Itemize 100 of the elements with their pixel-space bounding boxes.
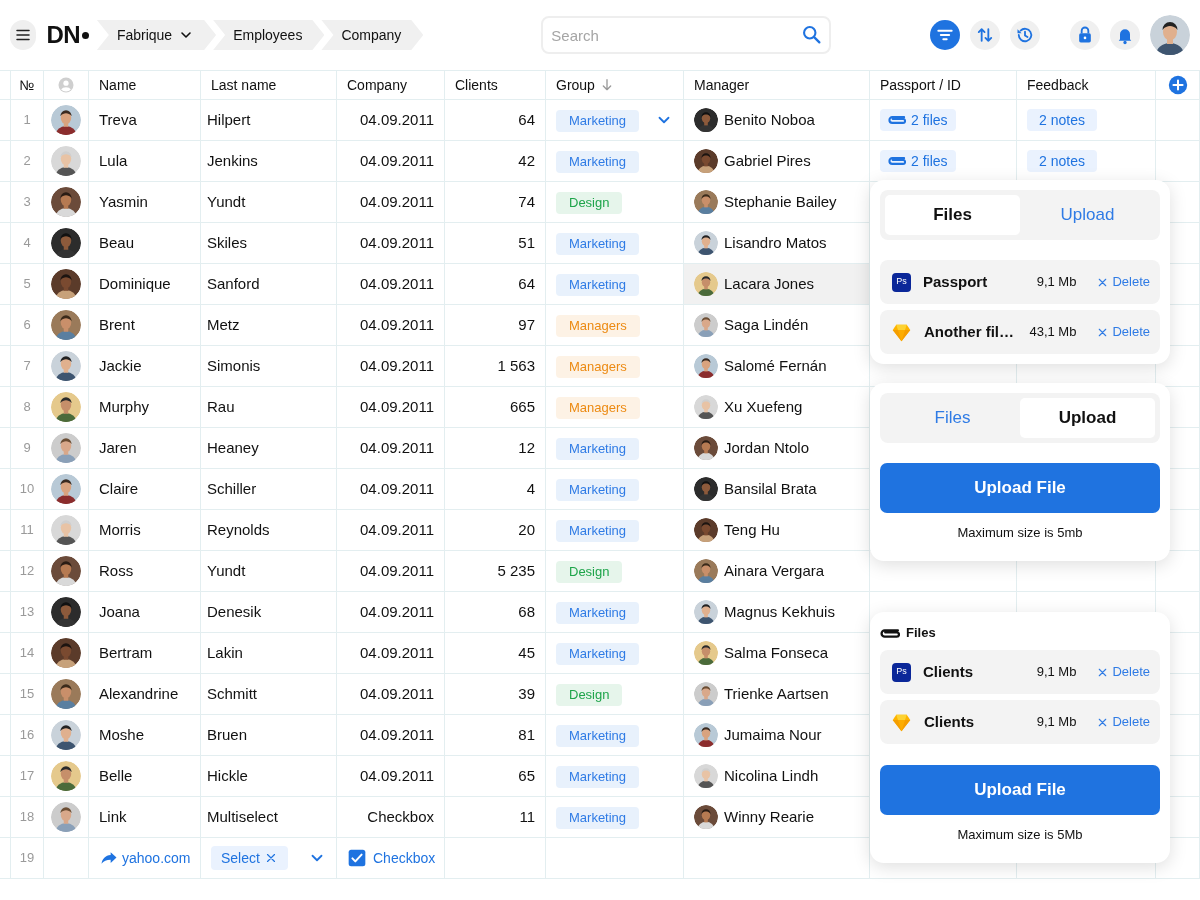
upload-file-button[interactable]: Upload File bbox=[880, 463, 1160, 513]
delete-button[interactable]: Delete bbox=[1096, 272, 1150, 292]
column-header[interactable]: Company bbox=[347, 74, 407, 96]
column-header[interactable]: Manager bbox=[694, 74, 750, 96]
table-cell-text: Hickle bbox=[207, 765, 248, 786]
table-cell-text: 04.09.2011 bbox=[360, 109, 434, 130]
manager-name: Trienke Aartsen bbox=[724, 683, 829, 704]
table-cell-text: 39 bbox=[518, 683, 535, 704]
delete-button[interactable]: Delete bbox=[1096, 662, 1150, 682]
manager-name: Xu Xuefeng bbox=[724, 396, 803, 417]
tab[interactable]: Files bbox=[885, 195, 1020, 235]
table-cell-text: 04.09.2011 bbox=[360, 355, 434, 376]
paperclip-icon bbox=[888, 115, 906, 125]
table-cell-text: 04.09.2011 bbox=[360, 560, 434, 581]
row-number: 10 bbox=[19, 480, 35, 499]
column-header[interactable]: Last name bbox=[211, 74, 277, 96]
table-cell-text: Denesik bbox=[207, 601, 262, 622]
table-cell-text: Jackie bbox=[99, 355, 142, 376]
group-tag: Marketing bbox=[556, 233, 640, 255]
table-cell-text: 04.09.2011 bbox=[360, 396, 434, 417]
bell-button[interactable] bbox=[1110, 20, 1140, 50]
tab[interactable]: Upload bbox=[1020, 398, 1155, 438]
table-cell-text: 04.09.2011 bbox=[360, 724, 434, 745]
link[interactable]: yahoo.com bbox=[99, 847, 191, 869]
notes-button[interactable]: 2 notes bbox=[1027, 109, 1097, 131]
table-cell-text: 20 bbox=[518, 519, 535, 540]
breadcrumb[interactable]: Employees bbox=[213, 20, 325, 50]
delete-button[interactable]: Delete bbox=[1096, 322, 1150, 342]
table-cell-text: Yundt bbox=[207, 191, 246, 212]
row-number: 12 bbox=[19, 562, 35, 581]
file-size: 43,1 Mb bbox=[1029, 323, 1077, 342]
table-cell-text: Ross bbox=[99, 560, 134, 581]
group-tag: Managers bbox=[556, 397, 640, 419]
group-tag: Managers bbox=[556, 315, 640, 337]
table-cell-text: Dominique bbox=[99, 273, 171, 294]
manager-name: Jumaima Nour bbox=[724, 724, 822, 745]
row-number: 15 bbox=[19, 685, 35, 704]
manager-name: Magnus Kekhuis bbox=[724, 601, 835, 622]
manager-name: Stephanie Bailey bbox=[724, 191, 837, 212]
table-cell-text: Checkbox bbox=[367, 806, 434, 827]
table-cell-text: Morris bbox=[99, 519, 141, 540]
table-cell-text: 5 235 bbox=[497, 560, 535, 581]
delete-button[interactable]: Delete bbox=[1096, 712, 1150, 732]
file-name: Clients bbox=[923, 661, 974, 682]
size-note: Maximum size is 5Mb bbox=[956, 826, 1084, 844]
lock-button[interactable] bbox=[1070, 20, 1100, 50]
select-chip[interactable]: Select bbox=[211, 846, 288, 870]
table-cell-text: 68 bbox=[518, 601, 535, 622]
notes-button[interactable]: 2 notes bbox=[1027, 150, 1097, 172]
filter-button[interactable] bbox=[930, 20, 960, 50]
column-header[interactable]: Passport / ID bbox=[880, 74, 961, 96]
column-header[interactable]: № bbox=[19, 74, 35, 96]
table-cell-text: Joana bbox=[99, 601, 140, 622]
manager-name: Benito Noboa bbox=[724, 109, 815, 130]
table-cell-text: 11 bbox=[519, 806, 535, 827]
table-cell-text: Yundt bbox=[207, 560, 246, 581]
files-button[interactable]: 2 files bbox=[880, 109, 956, 131]
breadcrumb[interactable]: Company bbox=[321, 20, 424, 50]
table-cell-text: Beau bbox=[99, 232, 135, 253]
table-cell-text: Lula bbox=[99, 150, 128, 171]
upload-file-button[interactable]: Upload File bbox=[880, 765, 1160, 815]
table-cell-text: 4 bbox=[526, 478, 535, 499]
sort-button[interactable] bbox=[970, 20, 1000, 50]
column-header[interactable]: Group bbox=[556, 74, 595, 96]
file-name: Clients bbox=[924, 711, 975, 732]
row-number: 6 bbox=[23, 316, 31, 335]
group-tag: Marketing bbox=[556, 479, 640, 501]
row-number: 11 bbox=[20, 521, 34, 540]
paperclip-icon bbox=[880, 627, 900, 639]
checkbox[interactable]: Checkbox bbox=[347, 847, 436, 869]
user-icon bbox=[57, 76, 75, 94]
history-button[interactable] bbox=[1010, 20, 1040, 50]
menu-button[interactable] bbox=[10, 20, 37, 50]
column-header[interactable]: Name bbox=[99, 74, 137, 96]
table-cell-text: 04.09.2011 bbox=[360, 273, 434, 294]
tab[interactable]: Files bbox=[885, 398, 1020, 438]
row-number: 3 bbox=[23, 193, 31, 212]
files-button[interactable]: 2 files bbox=[880, 150, 956, 172]
column-header[interactable]: Clients bbox=[455, 74, 498, 96]
group-tag: Marketing bbox=[556, 725, 640, 747]
logo-dot-icon bbox=[81, 31, 89, 39]
breadcrumb[interactable]: Fabrique bbox=[96, 20, 217, 50]
table-cell-text: Jenkins bbox=[207, 150, 258, 171]
file-size: 9,1 Mb bbox=[1036, 663, 1077, 682]
paperclip-icon bbox=[888, 156, 906, 166]
table-cell-text: 04.09.2011 bbox=[360, 765, 434, 786]
table-cell-text: Belle bbox=[99, 765, 133, 786]
column-header[interactable]: Feedback bbox=[1027, 74, 1089, 96]
tab[interactable]: Upload bbox=[1020, 195, 1155, 235]
search-icon[interactable] bbox=[801, 24, 822, 45]
table-cell-text: 65 bbox=[518, 765, 535, 786]
table-cell-text: Claire bbox=[99, 478, 139, 499]
add-column-button[interactable] bbox=[1167, 75, 1188, 95]
table-cell-text: Reynolds bbox=[207, 519, 270, 540]
table-cell-text: Bertram bbox=[99, 642, 153, 663]
size-note: Maximum size is 5mb bbox=[956, 524, 1084, 542]
manager-name: Gabriel Pires bbox=[724, 150, 811, 171]
photoshop-file-icon: Ps bbox=[892, 272, 911, 292]
search-field[interactable]: Search bbox=[541, 16, 831, 54]
table-cell-text: Link bbox=[99, 806, 127, 827]
